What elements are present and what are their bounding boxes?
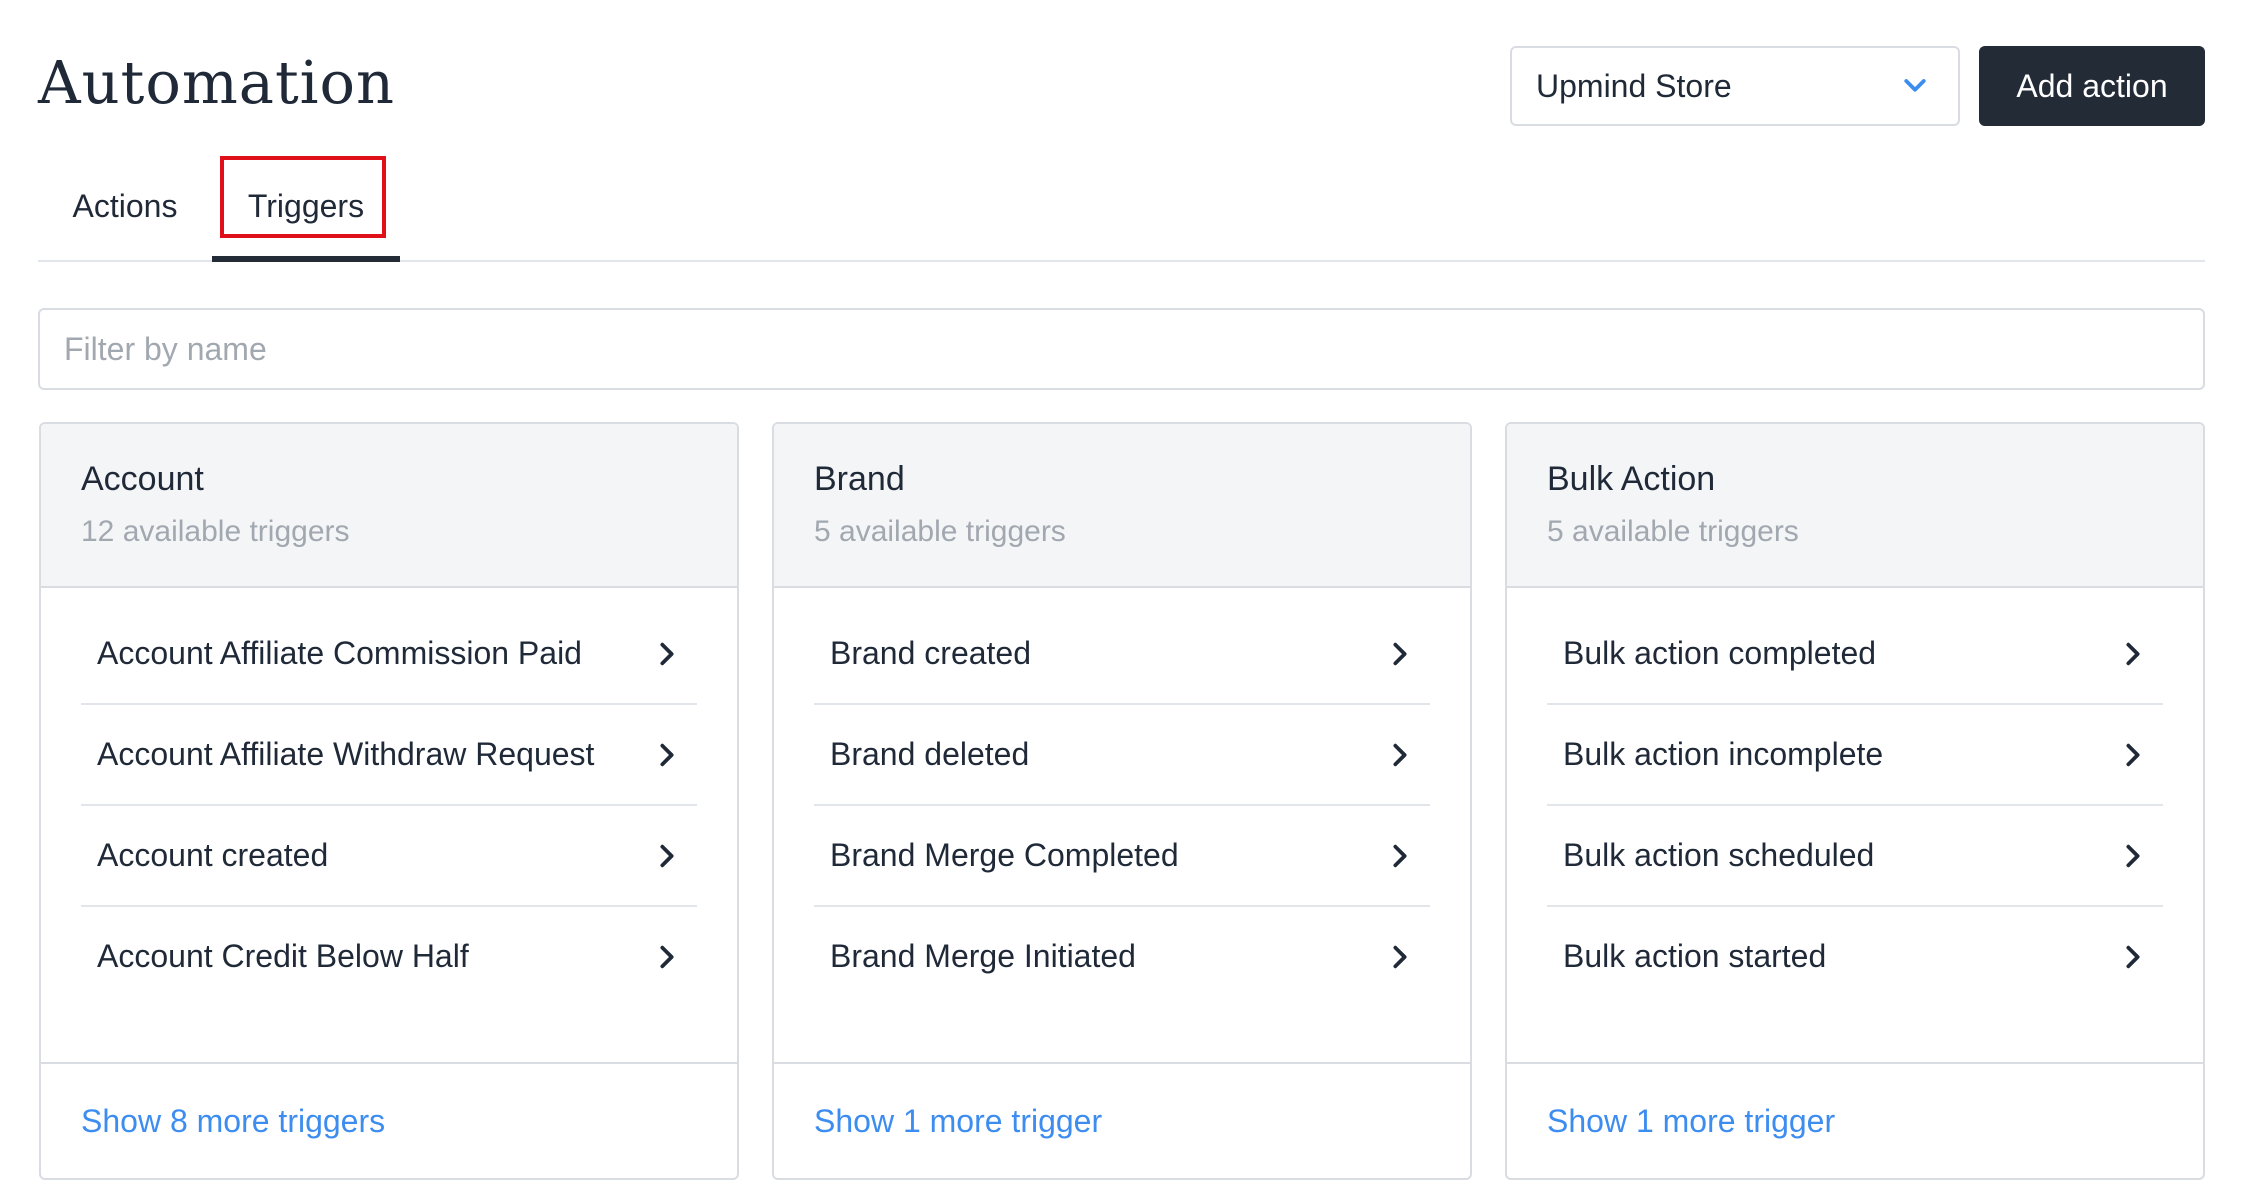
trigger-item-label: Bulk action completed — [1563, 635, 1877, 671]
chevron-right-icon — [2126, 844, 2140, 867]
trigger-list: Account Affiliate Commission Paid Accoun… — [81, 604, 697, 1006]
trigger-item[interactable]: Brand Merge Completed — [814, 806, 1430, 907]
card-title: Bulk Action — [1547, 460, 1716, 498]
tab-bar: Actions Triggers — [38, 154, 2205, 262]
automation-page: Automation Upmind Store Add action Actio… — [0, 0, 2242, 1190]
trigger-item-label: Brand deleted — [830, 736, 1030, 772]
card-subtitle: 5 available triggers — [814, 515, 1066, 548]
trigger-list: Brand created Brand deleted Brand Merge … — [814, 604, 1430, 1006]
trigger-item-label: Account Affiliate Withdraw Request — [97, 736, 595, 772]
chevron-right-icon — [2126, 743, 2140, 766]
trigger-card-brand: Brand 5 available triggers Brand created… — [772, 422, 1472, 1180]
card-header: Brand 5 available triggers — [774, 424, 1470, 588]
store-select[interactable]: Upmind Store — [1510, 46, 1960, 126]
tab-triggers[interactable]: Triggers — [212, 154, 400, 262]
card-subtitle: 12 available triggers — [81, 515, 350, 548]
trigger-item-label: Brand Merge Initiated — [830, 938, 1136, 974]
chevron-right-icon — [1393, 945, 1407, 968]
trigger-item-label: Account Credit Below Half — [97, 938, 469, 974]
trigger-item[interactable]: Bulk action incomplete — [1547, 705, 2163, 806]
trigger-item[interactable]: Brand deleted — [814, 705, 1430, 806]
card-title: Brand — [814, 460, 905, 498]
show-more-link[interactable]: Show 1 more trigger — [814, 1103, 1102, 1140]
chevron-right-icon — [660, 945, 674, 968]
trigger-item-label: Bulk action started — [1563, 938, 1827, 974]
filter-by-name-input[interactable] — [38, 308, 2205, 390]
trigger-item[interactable]: Bulk action started — [1547, 907, 2163, 1006]
trigger-item[interactable]: Account Affiliate Withdraw Request — [81, 705, 697, 806]
store-select-value: Upmind Store — [1536, 67, 1732, 104]
card-title: Account — [81, 460, 204, 498]
show-more-link[interactable]: Show 8 more triggers — [81, 1103, 385, 1140]
chevron-right-icon — [2126, 945, 2140, 968]
trigger-item[interactable]: Brand created — [814, 604, 1430, 705]
trigger-item[interactable]: Account Credit Below Half — [81, 907, 697, 1006]
chevron-right-icon — [660, 743, 674, 766]
trigger-item-label: Brand Merge Completed — [830, 837, 1179, 873]
trigger-item[interactable]: Account Affiliate Commission Paid — [81, 604, 697, 705]
card-header: Account 12 available triggers — [41, 424, 737, 588]
trigger-item[interactable]: Bulk action completed — [1547, 604, 2163, 705]
card-footer: Show 8 more triggers — [41, 1062, 737, 1178]
trigger-item-label: Brand created — [830, 635, 1032, 671]
chevron-right-icon — [1393, 642, 1407, 665]
trigger-item[interactable]: Brand Merge Initiated — [814, 907, 1430, 1006]
trigger-list: Bulk action completed Bulk action incomp… — [1547, 604, 2163, 1006]
card-subtitle: 5 available triggers — [1547, 515, 1799, 548]
chevron-right-icon — [660, 844, 674, 867]
card-footer: Show 1 more trigger — [1507, 1062, 2203, 1178]
trigger-item-label: Bulk action incomplete — [1563, 736, 1884, 772]
trigger-card-account: Account 12 available triggers Account Af… — [39, 422, 739, 1180]
tab-actions[interactable]: Actions — [38, 154, 212, 258]
chevron-right-icon — [2126, 642, 2140, 665]
trigger-item[interactable]: Bulk action scheduled — [1547, 806, 2163, 907]
trigger-card-bulk-action: Bulk Action 5 available triggers Bulk ac… — [1505, 422, 2205, 1180]
add-action-button[interactable]: Add action — [1979, 46, 2205, 126]
trigger-item-label: Bulk action scheduled — [1563, 837, 1875, 873]
chevron-right-icon — [1393, 743, 1407, 766]
card-footer: Show 1 more trigger — [774, 1062, 1470, 1178]
chevron-down-icon — [1904, 79, 1926, 92]
page-title: Automation — [38, 48, 396, 117]
chevron-right-icon — [660, 642, 674, 665]
chevron-right-icon — [1393, 844, 1407, 867]
trigger-item-label: Account created — [97, 837, 329, 873]
card-header: Bulk Action 5 available triggers — [1507, 424, 2203, 588]
trigger-item[interactable]: Account created — [81, 806, 697, 907]
show-more-link[interactable]: Show 1 more trigger — [1547, 1103, 1835, 1140]
trigger-item-label: Account Affiliate Commission Paid — [97, 635, 582, 671]
